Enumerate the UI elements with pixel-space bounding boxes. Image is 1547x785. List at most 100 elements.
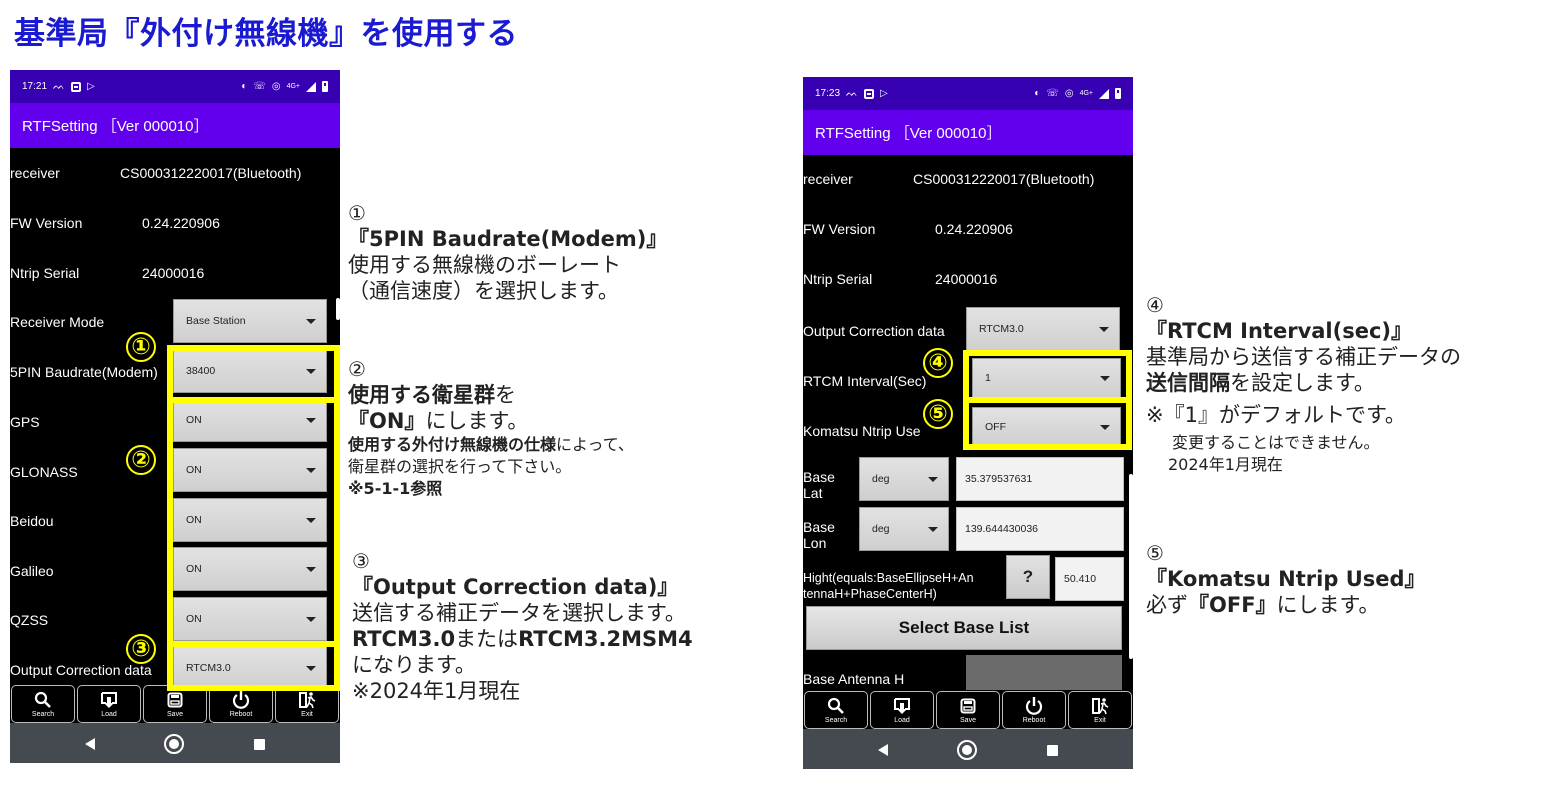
dropdown-caret-icon bbox=[306, 319, 316, 324]
scrollbar[interactable] bbox=[336, 298, 340, 320]
search-button[interactable]: Search bbox=[11, 685, 75, 723]
notification-icon: ᨓ bbox=[846, 87, 858, 99]
dropdown-caret-icon bbox=[306, 369, 316, 374]
dropdown-caret-icon bbox=[306, 567, 316, 572]
label-rtcm-interval: RTCM Interval(Sec) bbox=[803, 373, 927, 389]
baudrate-select[interactable]: 38400 bbox=[173, 349, 327, 393]
teamviewer-icon bbox=[863, 88, 874, 99]
receiver-mode-select[interactable]: Base Station bbox=[173, 299, 327, 343]
phone-screenshot-left: 17:21 ᨓ ▷ ◐ ☏ ◎ 4G+ RTFSetting ［Ver 0000… bbox=[10, 70, 340, 763]
label-receiver-mode: Receiver Mode bbox=[10, 314, 105, 330]
exit-icon bbox=[1091, 696, 1109, 716]
load-button[interactable]: Load bbox=[870, 691, 934, 729]
label-qzss: QZSS bbox=[10, 612, 49, 628]
height-input[interactable]: 50.410 bbox=[1055, 557, 1124, 601]
note-5: ⑤ 『Komatsu Ntrip Used』 必ず『OFF』にします。 bbox=[1146, 541, 1426, 617]
callout-badge-2: ② bbox=[126, 445, 156, 475]
dropdown-caret-icon bbox=[1099, 327, 1109, 332]
base-lat-unit-select[interactable]: deg bbox=[859, 457, 949, 501]
search-icon bbox=[827, 696, 845, 716]
dropdown-caret-icon bbox=[1100, 425, 1110, 430]
load-button[interactable]: Load bbox=[77, 685, 141, 723]
home-icon[interactable] bbox=[957, 740, 978, 760]
bottom-toolbar: Search Load Save Reboot Exit bbox=[803, 691, 1133, 729]
dropdown-caret-icon bbox=[306, 418, 316, 423]
signal-icon bbox=[1099, 88, 1109, 99]
save-button[interactable]: Save bbox=[143, 685, 207, 723]
recents-icon[interactable] bbox=[1047, 744, 1059, 756]
exit-button[interactable]: Exit bbox=[1068, 691, 1132, 729]
android-nav-bar bbox=[803, 729, 1133, 769]
recents-icon[interactable] bbox=[254, 738, 266, 750]
label-gps: GPS bbox=[10, 414, 40, 430]
glonass-select[interactable]: ON bbox=[173, 448, 327, 492]
base-lon-unit-select[interactable]: deg bbox=[859, 507, 949, 551]
back-icon[interactable] bbox=[84, 738, 95, 750]
dropdown-caret-icon bbox=[306, 617, 316, 622]
label-glonass: GLONASS bbox=[10, 464, 78, 480]
beidou-select[interactable]: ON bbox=[173, 498, 327, 542]
note-1: ① 『5PIN Baudrate(Modem)』 使用する無線機のボーレート （… bbox=[348, 201, 668, 303]
scrollbar[interactable] bbox=[1129, 474, 1133, 659]
home-icon[interactable] bbox=[164, 734, 185, 754]
app-title: RTFSetting ［Ver 000010］ bbox=[10, 103, 340, 148]
app-title: RTFSetting ［Ver 000010］ bbox=[803, 110, 1133, 155]
eye-icon: ◐ bbox=[241, 80, 248, 92]
save-button[interactable]: Save bbox=[936, 691, 1000, 729]
rtcm-interval-select[interactable]: 1 bbox=[972, 358, 1121, 398]
status-bar: 17:21 ᨓ ▷ ◐ ☏ ◎ 4G+ bbox=[10, 70, 340, 103]
back-icon[interactable] bbox=[877, 744, 888, 756]
dropdown-caret-icon bbox=[306, 518, 316, 523]
page-title: 基準局『外付け無線機』を使用する bbox=[14, 16, 518, 52]
select-base-list-button[interactable]: Select Base List bbox=[806, 606, 1122, 650]
battery-icon bbox=[1115, 88, 1121, 99]
exit-icon bbox=[298, 690, 316, 710]
network-type: 4G+ bbox=[1079, 89, 1093, 97]
callout-badge-5: ⑤ bbox=[923, 399, 953, 429]
phone-screenshot-right: 17:23 ᨓ ▷ ◐ ☏ ◎ 4G+ RTFSetting ［Ver 0000… bbox=[803, 77, 1133, 769]
play-icon: ▷ bbox=[86, 80, 95, 92]
eye-icon: ◐ bbox=[1034, 87, 1041, 99]
load-icon bbox=[100, 690, 118, 710]
save-icon bbox=[960, 696, 976, 716]
network-type: 4G+ bbox=[286, 82, 300, 90]
load-icon bbox=[893, 696, 911, 716]
dropdown-caret-icon bbox=[928, 527, 938, 532]
output-correction-select[interactable]: RTCM3.0 bbox=[173, 646, 327, 690]
galileo-select[interactable]: ON bbox=[173, 547, 327, 591]
teamviewer-icon bbox=[70, 81, 81, 92]
height-help-button[interactable]: ? bbox=[1006, 555, 1050, 599]
qzss-select[interactable]: ON bbox=[173, 597, 327, 641]
power-icon bbox=[1024, 696, 1044, 716]
search-icon bbox=[34, 690, 52, 710]
base-lat-input[interactable]: 35.379537631 bbox=[956, 457, 1124, 501]
label-baudrate: 5PIN Baudrate(Modem) bbox=[10, 364, 158, 380]
label-komatsu-ntrip: Komatsu Ntrip Use bbox=[803, 423, 921, 439]
base-antenna-input[interactable] bbox=[966, 655, 1122, 690]
volte-icon: ☏ bbox=[1046, 87, 1059, 99]
komatsu-ntrip-select[interactable]: OFF bbox=[972, 407, 1121, 447]
volte-icon: ☏ bbox=[253, 80, 266, 92]
note-4: ④ 『RTCM Interval(sec)』 基準局から送信する補正データの 送… bbox=[1146, 293, 1461, 474]
status-time: 17:21 bbox=[22, 81, 48, 92]
callout-badge-1: ① bbox=[126, 332, 156, 362]
power-icon bbox=[231, 690, 251, 710]
output-correction-select[interactable]: RTCM3.0 bbox=[966, 307, 1120, 351]
search-button[interactable]: Search bbox=[804, 691, 868, 729]
callout-badge-4: ④ bbox=[923, 348, 953, 378]
reboot-button[interactable]: Reboot bbox=[209, 685, 273, 723]
status-time: 17:23 bbox=[815, 88, 841, 99]
gps-select[interactable]: ON bbox=[173, 398, 327, 442]
callout-badge-3: ③ bbox=[126, 634, 156, 664]
note-2: ② 使用する衛星群を 『ON』にします。 使用する外付け無線機の仕様によって、 … bbox=[348, 357, 634, 498]
play-icon: ▷ bbox=[879, 87, 888, 99]
dropdown-caret-icon bbox=[1100, 376, 1110, 381]
dropdown-caret-icon bbox=[306, 666, 316, 671]
label-base-antenna-h: Base Antenna H bbox=[803, 671, 905, 687]
save-icon bbox=[167, 690, 183, 710]
label-galileo: Galileo bbox=[10, 563, 54, 579]
exit-button[interactable]: Exit bbox=[275, 685, 339, 723]
base-lon-input[interactable]: 139.644430036 bbox=[956, 507, 1124, 551]
hotspot-icon: ◎ bbox=[271, 80, 281, 92]
reboot-button[interactable]: Reboot bbox=[1002, 691, 1066, 729]
